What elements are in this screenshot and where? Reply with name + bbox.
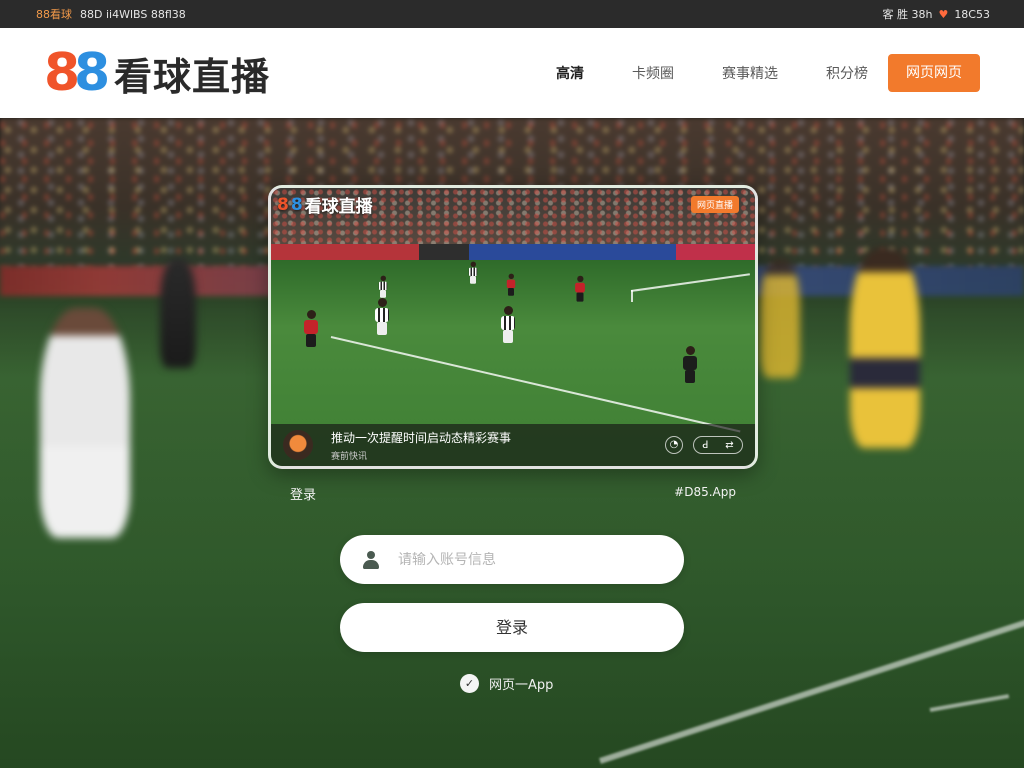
video-controls: ◔ ꓒ ⇄ bbox=[665, 436, 743, 454]
username-field[interactable] bbox=[340, 535, 684, 584]
system-bar-right: 客 胜 38h ♥ 18C53 bbox=[882, 6, 990, 22]
nav-item-hd[interactable]: 高清 bbox=[556, 63, 584, 83]
system-bar-left: 88看球 88D ii4WlBS 88fl38 bbox=[36, 6, 186, 22]
live-badge: 网页直播 bbox=[690, 196, 739, 213]
logo-digit-2: 8 bbox=[74, 43, 111, 103]
heart-icon: ♥ bbox=[938, 7, 949, 21]
username-input[interactable] bbox=[398, 551, 638, 568]
system-bar: 88看球 88D ii4WlBS 88fl38 客 胜 38h ♥ 18C53 bbox=[0, 0, 1024, 28]
video-logo-digit: 8 bbox=[290, 194, 303, 215]
player-juve bbox=[468, 261, 478, 285]
login-button[interactable]: 登录 bbox=[340, 603, 684, 652]
site-logo[interactable]: 8 8 看球直播 bbox=[44, 43, 271, 103]
blurred-player-white bbox=[40, 308, 130, 538]
replay-icon[interactable]: ◔ bbox=[665, 436, 683, 454]
video-info-bar: 推动一次提醒时间启动态精彩赛事 赛前快讯 ◔ ꓒ ⇄ bbox=[271, 424, 755, 466]
player-controls-pill[interactable]: ꓒ ⇄ bbox=[693, 436, 743, 454]
player-juve bbox=[375, 298, 389, 336]
video-logo: 88 看球直播 bbox=[277, 192, 373, 218]
app-link[interactable]: ✓ 网页一App bbox=[460, 674, 553, 693]
video-subtitle: 赛前快讯 bbox=[331, 451, 368, 462]
app-icon: ✓ bbox=[460, 674, 479, 693]
player-red bbox=[304, 310, 318, 348]
channel-avatar bbox=[283, 430, 313, 460]
login-label[interactable]: 登录 bbox=[290, 484, 316, 503]
video-logo-digit: 8 bbox=[277, 194, 289, 215]
player-red bbox=[575, 275, 585, 303]
volume-icon[interactable]: ꓒ bbox=[702, 440, 708, 451]
video-pitch-line bbox=[330, 336, 741, 433]
switch-icon[interactable]: ⇄ bbox=[725, 440, 733, 451]
user-icon bbox=[362, 550, 380, 569]
system-status-text: 88D ii4WlBS 88fl38 bbox=[80, 7, 186, 21]
site-header: 8 8 看球直播 高清 卡频圈 赛事精选 积分榜 网页网页 bbox=[0, 28, 1024, 118]
video-logo-text: 看球直播 bbox=[304, 197, 373, 217]
system-right-score: 18C53 bbox=[954, 7, 990, 21]
nav-item-standings[interactable]: 积分榜 bbox=[826, 63, 868, 83]
video-texts: 推动一次提醒时间启动态精彩赛事 赛前快讯 bbox=[331, 429, 511, 462]
video-pitch-line bbox=[631, 290, 633, 302]
blurred-player-yellow-2 bbox=[760, 258, 800, 378]
player-juve bbox=[378, 275, 388, 299]
player-red bbox=[506, 273, 516, 297]
main-nav: 高清 卡频圈 赛事精选 积分榜 网页网页 bbox=[556, 54, 980, 92]
system-brand: 88看球 bbox=[36, 8, 72, 21]
pitch-line bbox=[929, 694, 1010, 712]
web-version-button[interactable]: 网页网页 bbox=[888, 54, 980, 92]
blurred-player-yellow bbox=[850, 248, 920, 448]
video-ad-boards bbox=[271, 244, 755, 260]
blurred-player-dark bbox=[160, 258, 196, 368]
app-link-label: 网页一App bbox=[489, 678, 554, 693]
logo-88-mark: 8 8 bbox=[44, 43, 110, 103]
app-download-label[interactable]: #D85.App bbox=[674, 485, 736, 499]
nav-item-cards[interactable]: 卡频圈 bbox=[632, 63, 674, 83]
live-video-card[interactable]: 88 看球直播 网页直播 推动一次提醒时间启动态精彩赛事 赛前快讯 ◔ ꓒ ⇄ bbox=[268, 185, 758, 469]
video-pitch-line bbox=[630, 273, 750, 292]
system-right-text: 客 胜 38h bbox=[882, 8, 933, 21]
player-black bbox=[683, 346, 697, 384]
player-juve bbox=[501, 306, 515, 344]
logo-text: 看球直播 bbox=[114, 54, 271, 99]
video-title: 推动一次提醒时间启动态精彩赛事 bbox=[331, 430, 512, 445]
nav-item-featured[interactable]: 赛事精选 bbox=[722, 63, 778, 83]
